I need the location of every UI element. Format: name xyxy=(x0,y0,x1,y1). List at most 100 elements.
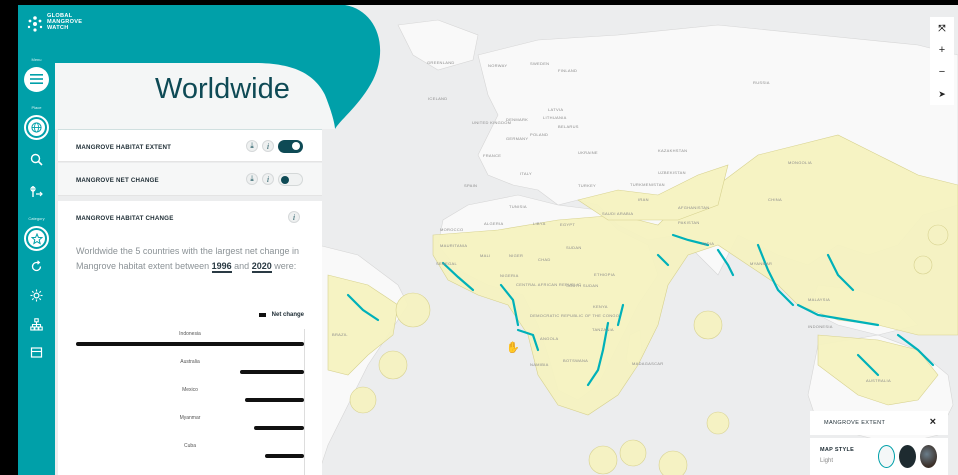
map-label: LIBYA xyxy=(533,221,546,226)
map-label: PAKISTAN xyxy=(678,220,700,225)
legend-label: Net change xyxy=(271,312,304,318)
map-label: MOROCCO xyxy=(440,227,464,232)
fullscreen-icon: ⤧ xyxy=(938,22,946,33)
map-label: INDIA xyxy=(702,241,715,246)
map-label: EGYPT xyxy=(560,222,576,227)
info-button[interactable]: i xyxy=(262,173,274,185)
refresh-icon xyxy=(31,260,42,272)
map-label: AUSTRALIA xyxy=(866,378,891,383)
layer-toggle-off[interactable] xyxy=(278,173,303,186)
map-label: POLAND xyxy=(530,132,549,137)
download-button[interactable]: ⤓ xyxy=(246,173,258,185)
category-climate-button[interactable] xyxy=(28,287,45,304)
map-label: LITHUANIA xyxy=(543,115,567,120)
desc-text: and xyxy=(234,261,250,271)
map-label: LATVIA xyxy=(548,107,564,112)
bar[interactable] xyxy=(253,426,304,430)
layer-card-net-change[interactable]: MANGROVE NET CHANGE ⤓ i xyxy=(58,163,322,196)
zoom-in-button[interactable]: + xyxy=(930,39,954,61)
map-label: CHAD xyxy=(538,257,551,262)
map-label: ETHIOPIA xyxy=(594,272,616,277)
map-label: NIGERIA xyxy=(500,273,519,278)
info-button[interactable]: i xyxy=(262,140,274,152)
bar[interactable] xyxy=(76,342,304,346)
info-icon: i xyxy=(292,212,296,222)
search-button[interactable] xyxy=(28,151,45,168)
map-label: SAUDI ARABIA xyxy=(602,211,634,216)
brand-line: WATCH xyxy=(47,24,69,31)
style-dark-thumb[interactable] xyxy=(899,445,916,468)
zoom-out-button[interactable]: − xyxy=(930,61,954,83)
map-label: NAMIBIA xyxy=(530,362,549,367)
map-label: MAURITANIA xyxy=(440,243,468,248)
map-label: SWEDEN xyxy=(530,61,550,66)
style-light-thumb[interactable] xyxy=(878,445,895,468)
category-ecosystem-button[interactable] xyxy=(28,316,45,333)
map-label: TANZANIA xyxy=(592,327,614,332)
download-button[interactable]: ⤓ xyxy=(246,140,258,152)
star-icon xyxy=(28,230,45,247)
bar[interactable] xyxy=(240,370,304,374)
map-label: MALI xyxy=(480,253,491,258)
panel-header: Worldwide xyxy=(55,5,385,129)
chart-axis xyxy=(304,329,305,475)
map-label: MONGOLIA xyxy=(788,160,812,165)
info-button[interactable]: i xyxy=(288,211,300,223)
map-label: ANGOLA xyxy=(540,336,559,341)
map-label: GERMANY xyxy=(506,136,529,141)
category-distribution-button[interactable] xyxy=(28,258,45,275)
layer-name: MANGROVE HABITAT CHANGE xyxy=(76,215,174,222)
bar[interactable] xyxy=(244,398,304,402)
category-highlights-button[interactable] xyxy=(24,226,49,251)
map-label: KAZAKHSTAN xyxy=(658,148,688,153)
map-controls: ⤧ + − ➤ xyxy=(930,17,954,105)
logo-icon[interactable] xyxy=(26,15,44,38)
toggle-knob xyxy=(292,141,300,150)
layer-name: MANGROVE HABITAT EXTENT xyxy=(76,144,172,151)
extent-label: MANGROVE EXTENT xyxy=(824,420,886,426)
layer-name: MANGROVE NET CHANGE xyxy=(76,177,159,184)
globe-icon xyxy=(28,119,45,136)
hand-cursor-icon: ✋ xyxy=(506,342,520,354)
reset-bearing-button[interactable]: ➤ xyxy=(930,83,954,105)
map-label: FRANCE xyxy=(483,153,502,158)
start-year-select[interactable]: 1996 xyxy=(211,261,232,273)
worldwide-button[interactable] xyxy=(24,115,49,140)
layer-toggle-on[interactable] xyxy=(278,140,303,153)
legend-swatch xyxy=(258,313,266,317)
location-button[interactable] xyxy=(28,183,45,200)
map-label: CHINA xyxy=(768,197,782,202)
map-label: NORWAY xyxy=(488,63,508,68)
end-year-select[interactable]: 2020 xyxy=(251,261,272,273)
layer-card-habitat-extent[interactable]: MANGROVE HABITAT EXTENT ⤓ i xyxy=(58,129,322,162)
category-layers-button[interactable] xyxy=(28,344,45,361)
map-label: UKRAINE xyxy=(578,150,598,155)
map-label: UNITED KINGDOM xyxy=(472,120,512,125)
map-label: BOTSWANA xyxy=(563,358,589,363)
info-icon: i xyxy=(266,141,270,151)
fullscreen-button[interactable]: ⤧ xyxy=(930,17,954,39)
menu-button[interactable] xyxy=(24,67,49,92)
close-button[interactable]: × xyxy=(930,416,936,428)
mangrove-extent-legend: MANGROVE EXTENT × xyxy=(810,411,948,435)
map-label: MADAGASCAR xyxy=(632,361,664,366)
bar[interactable] xyxy=(265,454,304,458)
map-label: ALGERIA xyxy=(484,221,504,226)
download-icon: ⤓ xyxy=(250,141,254,150)
chart-legend: Net change xyxy=(258,312,304,318)
map-label: DEMOCRATIC REPUBLIC OF THE CONGO xyxy=(530,313,620,318)
map-label: ITALY xyxy=(520,171,533,176)
style-satellite-thumb[interactable] xyxy=(920,445,937,468)
place-caption: Place xyxy=(31,105,42,110)
brand-name: GLOBAL MANGROVE WATCH xyxy=(47,13,82,31)
widget-description: Worldwide the 5 countries with the large… xyxy=(76,244,301,274)
map-label: NIGER xyxy=(509,253,524,258)
sun-icon xyxy=(30,289,43,302)
desc-text: were: xyxy=(274,261,297,271)
map-label: SENEGAL xyxy=(436,261,457,266)
map-label: INDONESIA xyxy=(808,324,833,329)
map-label: UZBEKISTAN xyxy=(658,170,686,175)
hierarchy-icon xyxy=(30,318,43,331)
map-label: ICELAND xyxy=(428,96,448,101)
map-label: MYANMAR xyxy=(750,261,773,266)
